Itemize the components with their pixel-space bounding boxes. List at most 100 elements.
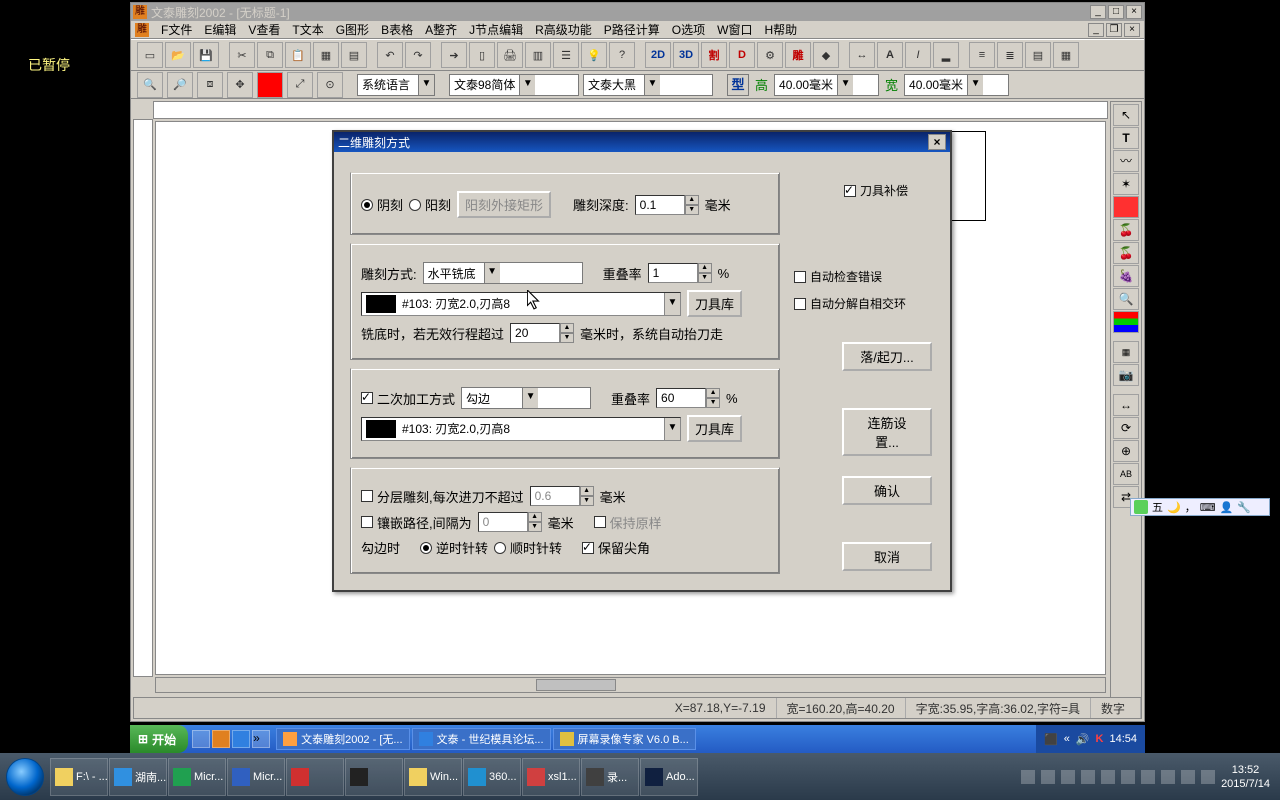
language-combo[interactable]: 系统语言▼ bbox=[357, 74, 435, 96]
menu-align[interactable]: A整齐 bbox=[425, 21, 457, 38]
pin-word[interactable]: Micr... bbox=[227, 758, 285, 796]
tool-carve-icon[interactable]: ◆ bbox=[813, 42, 839, 68]
travel-spinner[interactable]: ▲▼ bbox=[510, 323, 574, 343]
second-combo[interactable]: 勾边▼ bbox=[461, 387, 591, 409]
font1-combo[interactable]: 文泰98简体▼ bbox=[449, 74, 579, 96]
text-tool-icon[interactable]: T bbox=[1113, 127, 1139, 149]
menu-edit[interactable]: E编辑 bbox=[204, 21, 236, 38]
ok-button[interactable]: 确认 bbox=[842, 476, 932, 505]
zoom-out-icon[interactable]: 🔎 bbox=[167, 72, 193, 98]
fill-red-icon[interactable] bbox=[257, 72, 283, 98]
outer-rect-button[interactable]: 阳刻外接矩形 bbox=[457, 191, 551, 218]
preview-icon[interactable]: ▥ bbox=[525, 42, 551, 68]
mdi-close-button[interactable]: × bbox=[1124, 23, 1140, 37]
zoom-region-icon[interactable]: ⧈ bbox=[197, 72, 223, 98]
cancel-button[interactable]: 取消 bbox=[842, 542, 932, 571]
cherry1-icon[interactable]: 🍒 bbox=[1113, 219, 1139, 241]
camera-icon[interactable]: 📷 bbox=[1113, 364, 1139, 386]
tray7-volume-icon[interactable] bbox=[1201, 770, 1215, 784]
bulb-icon[interactable]: 💡 bbox=[581, 42, 607, 68]
depth-spinner[interactable]: ▲▼ bbox=[635, 195, 699, 215]
layer-check[interactable]: 分层雕刻,每次进刀不超过 bbox=[361, 487, 524, 506]
ime-moon-icon[interactable]: 🌙 bbox=[1167, 501, 1181, 514]
text-a-icon[interactable]: A bbox=[877, 42, 903, 68]
menu-help[interactable]: H帮助 bbox=[764, 21, 797, 38]
ime-toolbar[interactable]: 五 🌙 ， ⌨ 👤 🔧 bbox=[1130, 498, 1270, 516]
curve-tool-icon[interactable]: 〰 bbox=[1113, 150, 1139, 172]
cherry2-icon[interactable]: 🍒 bbox=[1113, 242, 1139, 264]
xp-task-3[interactable]: 屏幕录像专家 V6.0 B... bbox=[553, 728, 696, 750]
mdi-minimize-button[interactable]: _ bbox=[1088, 23, 1104, 37]
weld-icon[interactable]: ⊕ bbox=[1113, 440, 1139, 462]
pin-red[interactable] bbox=[286, 758, 344, 796]
tray7-icon-8[interactable] bbox=[1161, 770, 1175, 784]
inlay-check[interactable]: 镶嵌路径,间隔为 bbox=[361, 513, 472, 532]
menu-text[interactable]: T文本 bbox=[292, 21, 323, 38]
measure-icon[interactable]: ↔ bbox=[849, 42, 875, 68]
zoom-fit-icon[interactable]: ⤢ bbox=[287, 72, 313, 98]
ql-icon-1[interactable] bbox=[192, 730, 210, 748]
print-icon[interactable]: 🖨 bbox=[497, 42, 523, 68]
ql-icon-3[interactable] bbox=[232, 730, 250, 748]
xp-start-button[interactable]: ⊞ 开始 bbox=[130, 725, 188, 753]
pan-icon[interactable]: ✥ bbox=[227, 72, 253, 98]
win7-clock[interactable]: 13:52 2015/7/14 bbox=[1221, 763, 1270, 791]
mini-grid-icon[interactable]: ▦ bbox=[1113, 341, 1139, 363]
menu-view[interactable]: V查看 bbox=[248, 21, 280, 38]
tray7-icon-6[interactable] bbox=[1121, 770, 1135, 784]
tray-icon-2[interactable]: « bbox=[1064, 733, 1070, 745]
scale-tool-icon[interactable]: ↔ bbox=[1113, 394, 1139, 416]
engrave-button[interactable]: 雕 bbox=[785, 42, 811, 68]
tray-icon-k[interactable]: K bbox=[1096, 733, 1104, 745]
ql-icon-4[interactable]: » bbox=[252, 730, 270, 748]
menu-advanced[interactable]: R高级功能 bbox=[535, 21, 592, 38]
undo-icon[interactable]: ↶ bbox=[377, 42, 403, 68]
start-orb-button[interactable] bbox=[6, 758, 44, 796]
2d-button[interactable]: 2D bbox=[645, 42, 671, 68]
ime-user-icon[interactable]: 👤 bbox=[1220, 501, 1234, 514]
color-grid-icon[interactable] bbox=[1113, 311, 1139, 333]
menu-table[interactable]: B表格 bbox=[381, 21, 413, 38]
baseline-icon[interactable]: ▂ bbox=[933, 42, 959, 68]
close-button[interactable]: × bbox=[1126, 5, 1142, 19]
xp-task-2[interactable]: 文泰 - 世纪模具论坛... bbox=[412, 728, 551, 750]
ql-icon-2[interactable] bbox=[212, 730, 230, 748]
node-tool-icon[interactable]: ✶ bbox=[1113, 173, 1139, 195]
grid-icon[interactable]: ▤ bbox=[341, 42, 367, 68]
pin-xsl[interactable]: xsl1... bbox=[522, 758, 580, 796]
align2-icon[interactable]: ≣ bbox=[997, 42, 1023, 68]
xp-tray[interactable]: ⬛ « 🔊 K 14:54 bbox=[1036, 725, 1145, 753]
import-icon[interactable]: ➔ bbox=[441, 42, 467, 68]
tool2-combo[interactable]: #103: 刃宽2.0,刃高8 ▼ bbox=[361, 417, 681, 441]
rect-tool-icon[interactable] bbox=[1113, 196, 1139, 218]
font2-combo[interactable]: 文泰大黑▼ bbox=[583, 74, 713, 96]
scrollbar-horizontal[interactable] bbox=[155, 677, 1106, 693]
3d-button[interactable]: 3D bbox=[673, 42, 699, 68]
pin-360[interactable]: 360... bbox=[463, 758, 521, 796]
new-icon[interactable]: ▭ bbox=[137, 42, 163, 68]
menu-path[interactable]: P路径计算 bbox=[604, 21, 660, 38]
width-combo[interactable]: 40.00毫米▼ bbox=[904, 74, 1009, 96]
redo-icon[interactable]: ↷ bbox=[405, 42, 431, 68]
zoom-actual-icon[interactable]: ⊙ bbox=[317, 72, 343, 98]
tray7-icon-1[interactable] bbox=[1021, 770, 1035, 784]
pin-folder[interactable]: Win... bbox=[404, 758, 462, 796]
tool-d-icon[interactable]: D bbox=[729, 42, 755, 68]
zoom-in-icon[interactable]: 🔍 bbox=[137, 72, 163, 98]
layer-icon[interactable]: ☰ bbox=[553, 42, 579, 68]
tray7-icon-3[interactable] bbox=[1061, 770, 1075, 784]
cw-radio[interactable]: 顺时针转 bbox=[494, 538, 562, 557]
pin-ie[interactable]: 湖南... bbox=[109, 758, 167, 796]
italic-icon[interactable]: I bbox=[905, 42, 931, 68]
tray-icon-3[interactable]: 🔊 bbox=[1076, 733, 1090, 746]
win7-tray[interactable]: 13:52 2015/7/14 bbox=[1011, 753, 1280, 800]
tool-lib2-button[interactable]: 刀具库 bbox=[687, 415, 742, 442]
ccw-radio[interactable]: 逆时针转 bbox=[420, 538, 488, 557]
tool-lib1-button[interactable]: 刀具库 bbox=[687, 290, 742, 317]
cut-icon[interactable]: ✂ bbox=[229, 42, 255, 68]
tool1-combo[interactable]: #103: 刃宽2.0,刃高8 ▼ bbox=[361, 292, 681, 316]
size-mode-button[interactable]: 型 bbox=[727, 74, 749, 96]
auto-check-check[interactable]: 自动检查错误 bbox=[794, 268, 906, 285]
xp-task-1[interactable]: 文泰雕刻2002 - [无... bbox=[276, 728, 409, 750]
paste-icon[interactable]: 📋 bbox=[285, 42, 311, 68]
